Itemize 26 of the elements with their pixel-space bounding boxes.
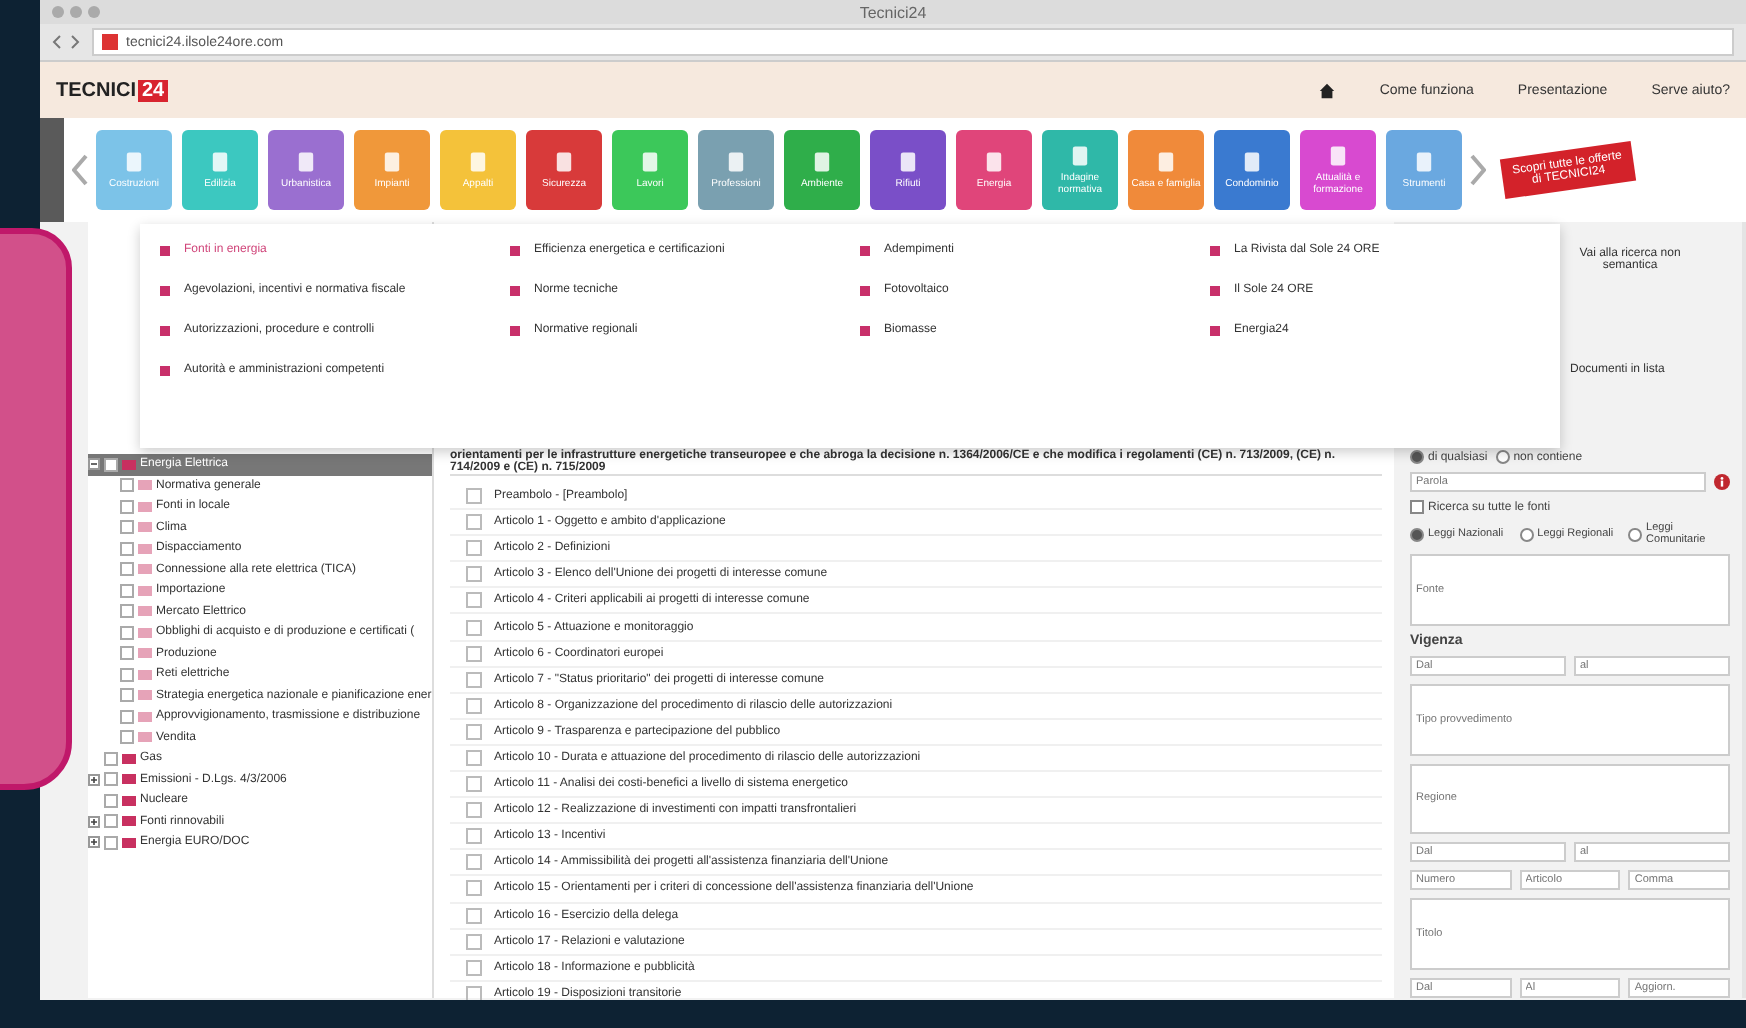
pictogram-icon	[896, 150, 920, 174]
expander-icon[interactable]	[88, 773, 100, 786]
pictogram-icon	[1412, 150, 1436, 174]
pictogram-icon	[1068, 144, 1092, 168]
expander-icon[interactable]	[88, 815, 100, 828]
pictogram-icon	[466, 150, 490, 174]
expander-icon[interactable]	[88, 458, 100, 471]
pictogram-icon	[1326, 144, 1350, 168]
home-icon[interactable]	[1317, 81, 1336, 99]
favicon-icon	[102, 34, 118, 50]
pictogram-icon	[552, 150, 576, 174]
site-logo[interactable]: TECNICI 24	[56, 79, 169, 101]
pictogram-icon	[810, 150, 834, 174]
pictogram-icon	[380, 150, 404, 174]
pictogram-icon	[294, 150, 318, 174]
pictogram-icon	[1240, 150, 1264, 174]
navigation-arrows-icon[interactable]	[52, 34, 80, 50]
expander-icon[interactable]	[88, 836, 100, 849]
pictogram-icon	[1154, 150, 1178, 174]
pictogram-icon	[208, 150, 232, 174]
window-title: Tecnici24	[859, 3, 927, 21]
pictogram-icon	[982, 150, 1006, 174]
pictogram-icon	[724, 150, 748, 174]
pictogram-icon	[122, 150, 146, 174]
pictogram-icon	[638, 150, 662, 174]
info-icon[interactable]	[1714, 474, 1730, 490]
